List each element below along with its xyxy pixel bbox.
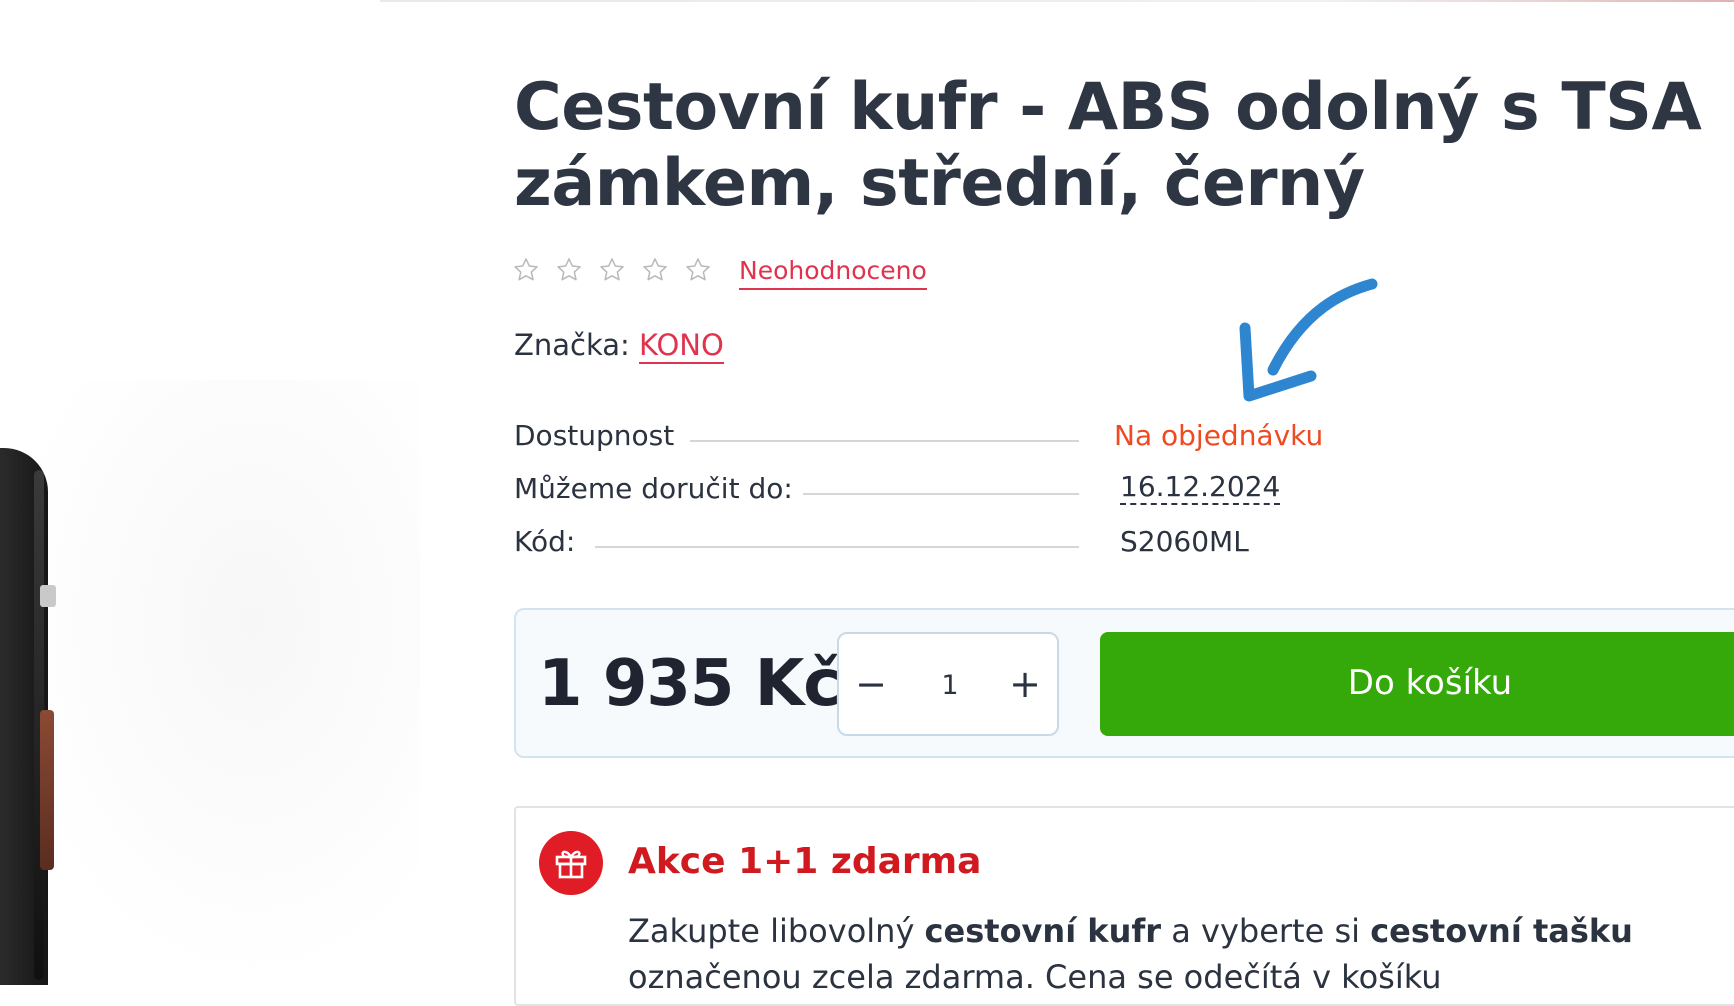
spec-divider [595, 546, 1079, 548]
brand-label: Značka: [514, 328, 630, 362]
product-image-background [0, 380, 420, 985]
top-border [380, 0, 1734, 2]
suitcase-tag [40, 585, 56, 607]
quantity-stepper: − + [837, 632, 1059, 736]
promo-text-part: označenou zcela zdarma. Cena se odečítá … [628, 958, 1442, 996]
code-label: Kód: [514, 525, 576, 558]
delivery-date[interactable]: 16.12.2024 [1120, 471, 1281, 505]
promo-text-bold: cestovní kufr [924, 912, 1162, 950]
spec-divider [690, 440, 1079, 442]
spec-divider [803, 493, 1079, 495]
product-title: Cestovní kufr - ABS odolný s TSA zámkem,… [514, 70, 1702, 221]
promo-title: Akce 1+1 zdarma [628, 841, 982, 882]
delivery-label: Můžeme doručit do: [514, 472, 793, 505]
add-to-cart-button[interactable]: Do košíku [1100, 632, 1734, 736]
spec-code: Kód: S2060ML [514, 524, 1714, 564]
product-image[interactable] [0, 0, 420, 985]
promo-text: Zakupte libovolný cestovní kufr a vybert… [628, 908, 1734, 1000]
availability-label: Dostupnost [514, 419, 675, 452]
add-to-cart-label: Do košíku [1347, 663, 1513, 703]
promo-box: Akce 1+1 zdarma Zakupte libovolný cestov… [514, 806, 1734, 1006]
promo-text-part: Zakupte libovolný [628, 912, 925, 950]
star-outline-icon[interactable] [641, 256, 669, 284]
promo-text-bold: cestovní tašku [1370, 912, 1633, 950]
brand-line: Značka: KONO [514, 327, 724, 364]
promo-text-part: a vyberte si [1161, 912, 1371, 950]
star-outline-icon[interactable] [555, 256, 583, 284]
star-outline-icon[interactable] [684, 256, 712, 284]
annotation-arrow-icon [1239, 278, 1378, 402]
spec-availability: Dostupnost Na objednávku [514, 418, 1714, 458]
product-price: 1 935 Kč [538, 647, 841, 721]
quantity-input[interactable] [905, 664, 995, 706]
rating-stars[interactable] [512, 256, 712, 286]
increase-quantity-button[interactable]: + [1003, 662, 1047, 706]
product-code: S2060ML [1120, 525, 1249, 558]
suitcase-strap [40, 710, 54, 870]
gift-icon [539, 831, 603, 895]
buy-box: 1 935 Kč − + Do košíku [514, 608, 1734, 758]
brand-link[interactable]: KONO [639, 328, 724, 364]
decrease-quantity-button[interactable]: − [849, 662, 893, 706]
rating-link[interactable]: Neohodnoceno [739, 256, 927, 290]
availability-value: Na objednávku [1114, 419, 1324, 452]
spec-delivery: Můžeme doručit do: 16.12.2024 [514, 471, 1714, 511]
star-outline-icon[interactable] [598, 256, 626, 284]
star-outline-icon[interactable] [512, 256, 540, 284]
